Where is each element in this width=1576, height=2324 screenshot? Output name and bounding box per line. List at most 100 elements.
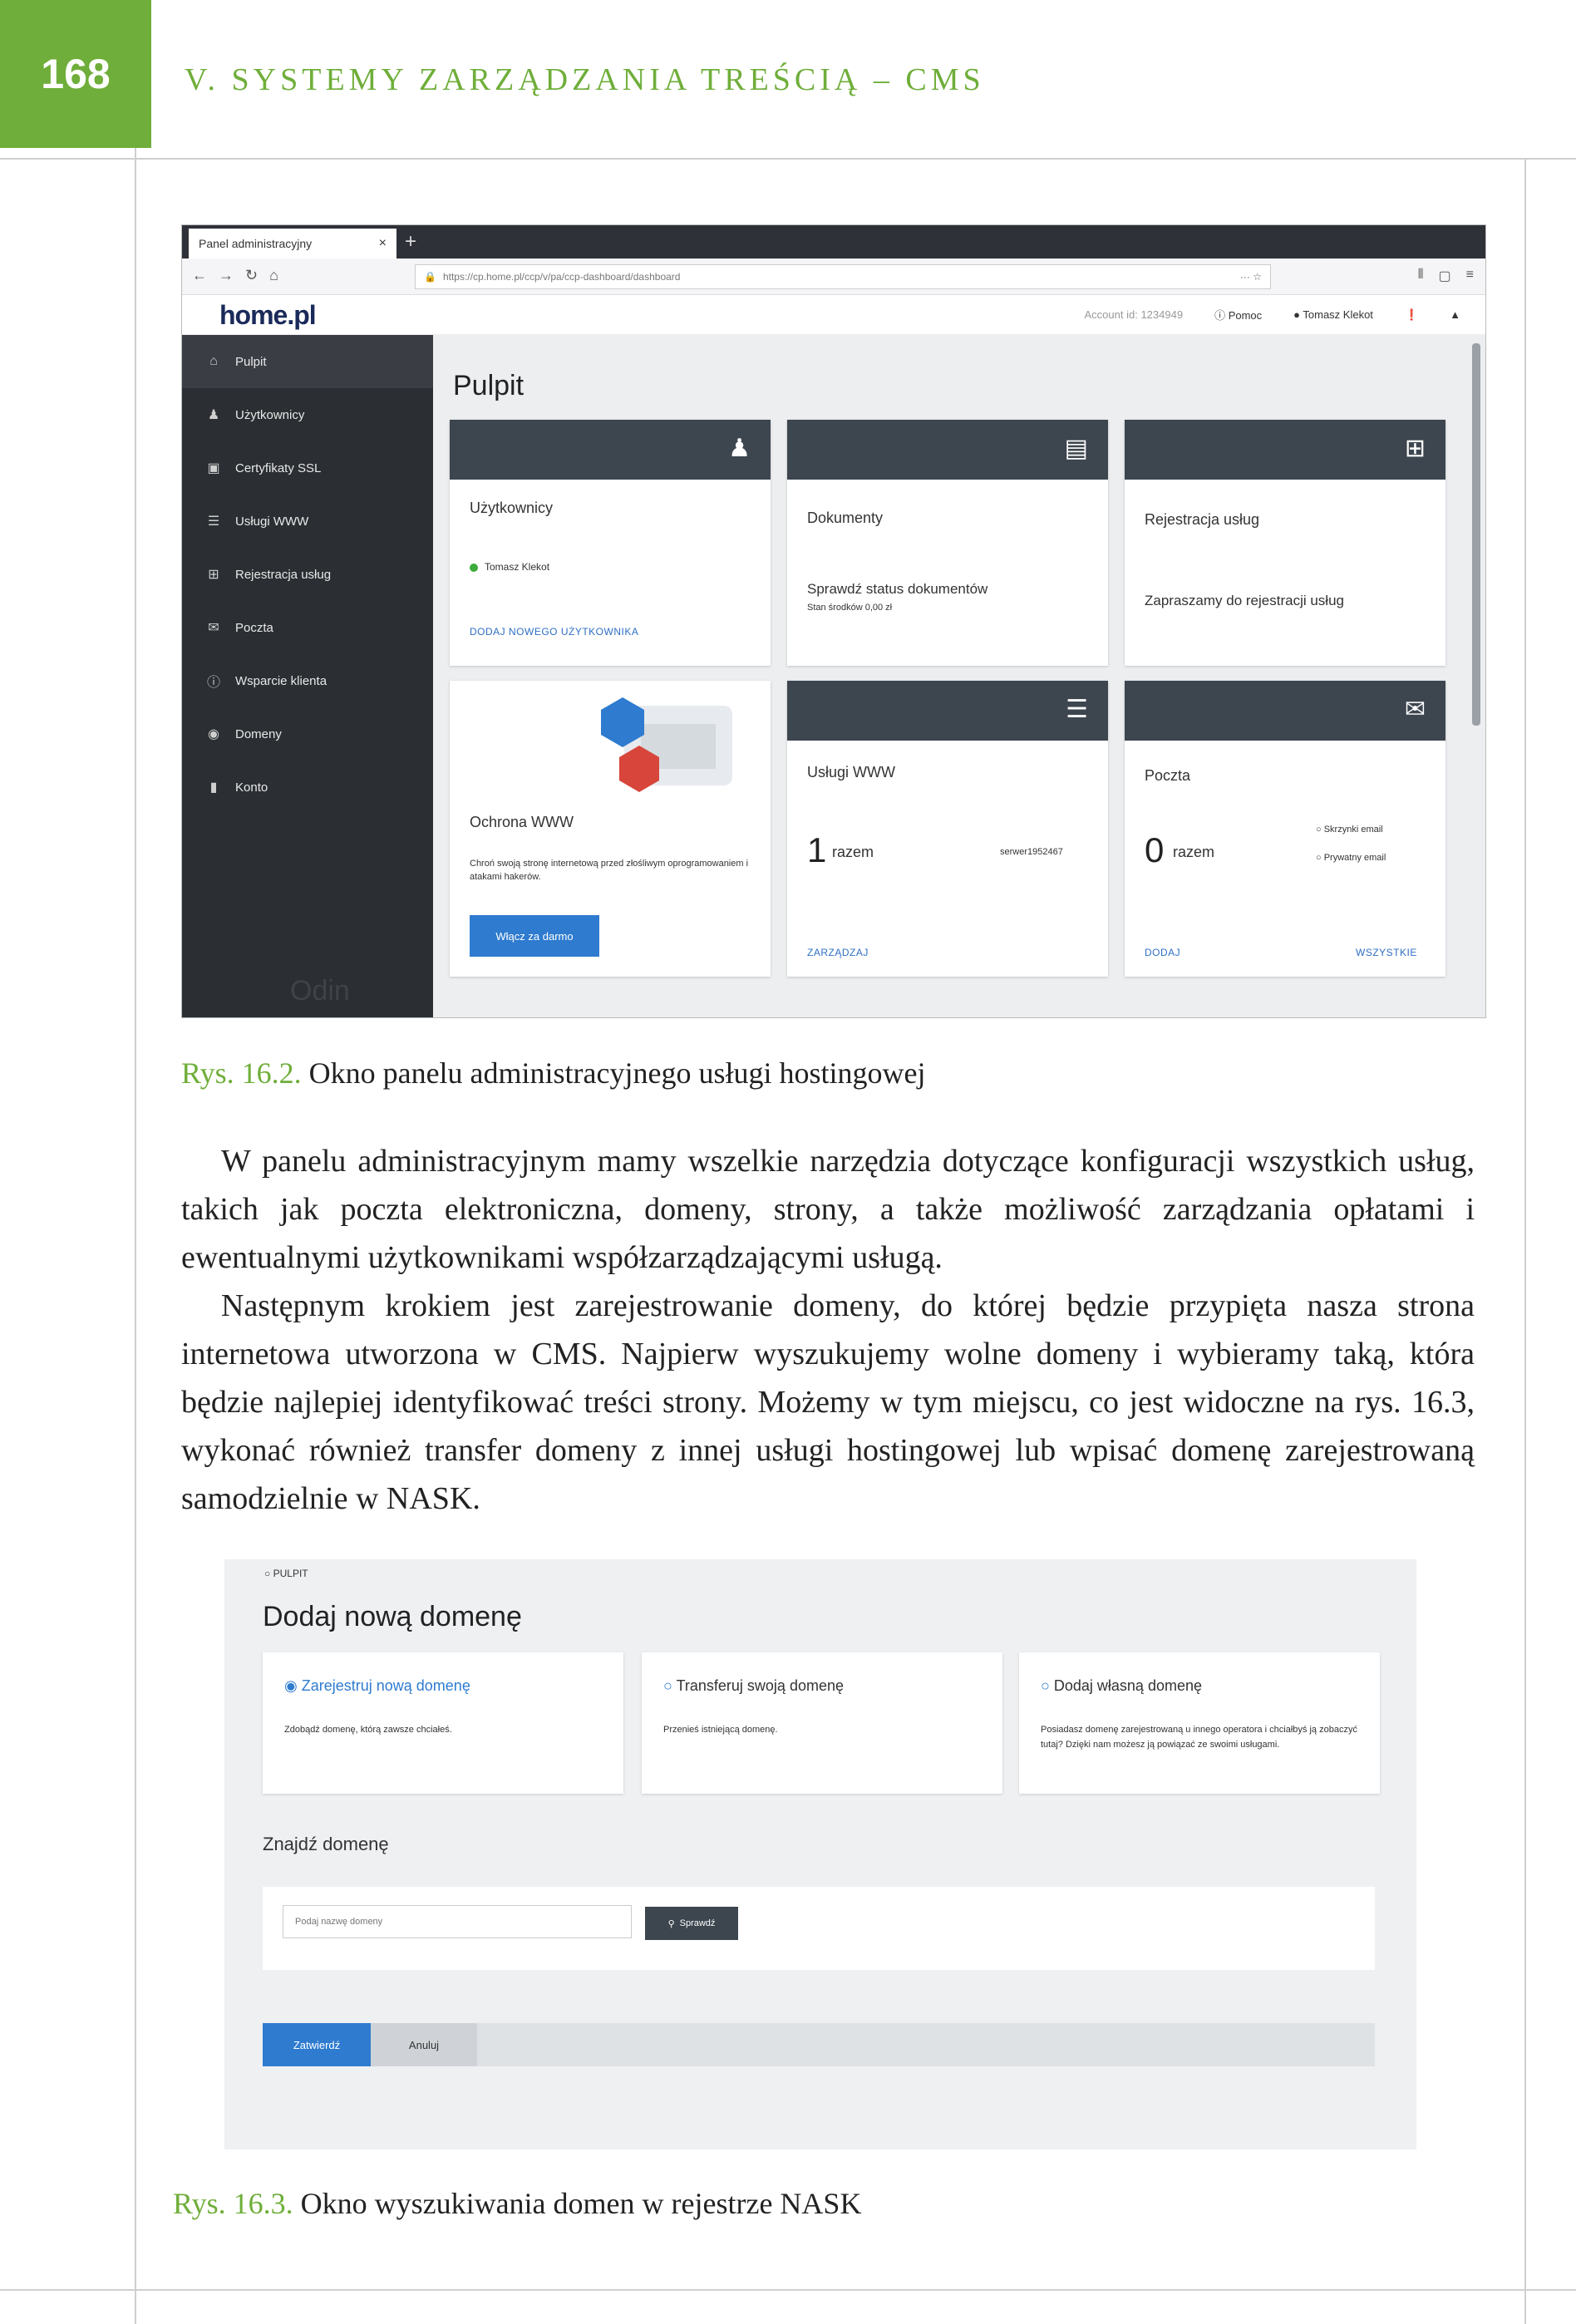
home-icon[interactable]: ⌂ bbox=[269, 267, 278, 284]
paragraph: Następnym krokiem jest zarejestrowanie d… bbox=[181, 1288, 1475, 1516]
address-bar[interactable]: 🔒 https://cp.home.pl/ccp/v/pa/ccp-dashbo… bbox=[415, 264, 1271, 289]
home-icon: ⌂ bbox=[209, 354, 218, 368]
registration-text[interactable]: Zapraszamy do rejestracji usług bbox=[1145, 593, 1344, 609]
mail-count: 0 bbox=[1145, 830, 1165, 869]
figure-domain-search: ○ PULPIT Dodaj nową domenę ◉ Zarejestruj… bbox=[224, 1559, 1416, 2149]
check-button[interactable]: ⚲ Sprawdź bbox=[645, 1907, 738, 1940]
card-title: Poczta bbox=[1145, 767, 1191, 784]
list-item[interactable]: ○ Prywatny email bbox=[1316, 844, 1386, 872]
bookmark-star-icon[interactable]: ··· ☆ bbox=[1240, 271, 1262, 283]
search-panel: ⚲Sprawdź bbox=[263, 1887, 1375, 1970]
browser-tab[interactable]: Panel administracyjny × bbox=[189, 229, 396, 258]
user-menu[interactable]: ● Tomasz Klekot bbox=[1293, 308, 1373, 321]
list-item[interactable]: ○ Skrzynki email bbox=[1316, 815, 1386, 844]
card-header: ▤ bbox=[787, 420, 1108, 480]
scrollbar[interactable] bbox=[1472, 343, 1480, 726]
app-header: home.pl Account id: 1234949 ⓘ Pomoc ● To… bbox=[182, 295, 1485, 335]
lock-icon: ▣ bbox=[207, 461, 220, 475]
confirm-button[interactable]: Zatwierdź bbox=[263, 2023, 371, 2066]
sidebar-footer-logo: Odin bbox=[290, 975, 350, 1007]
bars-icon: ▮ bbox=[209, 780, 218, 795]
caption-text: Okno panelu administracyjnego usługi hos… bbox=[308, 1056, 926, 1090]
sidebar-item-mail[interactable]: ✉ Poczta bbox=[182, 601, 433, 654]
bell-icon[interactable]: ▲ bbox=[1450, 308, 1460, 321]
sidebar-item-domains[interactable]: ◉ Domeny bbox=[182, 707, 433, 761]
manage-link[interactable]: ZARZĄDZAJ bbox=[807, 947, 869, 958]
mail-unit: razem bbox=[1173, 844, 1215, 860]
option-label: ○ Transferuj swoją domenę bbox=[663, 1677, 844, 1694]
cart-icon: ⊞ bbox=[1404, 435, 1426, 462]
card-www: ☰ Usługi WWW 1 razem serwer1952467 ZARZĄ… bbox=[787, 681, 1108, 977]
mail-icon: ✉ bbox=[1404, 696, 1426, 723]
option-transfer[interactable]: ○ Transferuj swoją domenę Przenieś istni… bbox=[642, 1652, 1002, 1794]
logo: home.pl bbox=[219, 300, 317, 330]
cancel-button[interactable]: Anuluj bbox=[371, 2023, 477, 2066]
globe-icon: ◉ bbox=[208, 727, 219, 741]
new-tab-icon[interactable]: + bbox=[405, 230, 416, 254]
back-icon[interactable]: ← bbox=[192, 267, 207, 284]
enable-protection-button[interactable]: Włącz za darmo bbox=[470, 915, 599, 957]
frame-line bbox=[0, 2289, 1576, 2291]
help-link[interactable]: ⓘ Pomoc bbox=[1214, 307, 1262, 323]
find-domain-label: Znajdź domenę bbox=[263, 1834, 389, 1854]
server-icon: ☰ bbox=[1066, 696, 1088, 723]
sidebar-item-www[interactable]: ☰ Usługi WWW bbox=[182, 495, 433, 548]
sidebar-item-registration[interactable]: ⊞ Rejestracja usług bbox=[182, 548, 433, 601]
add-user-link[interactable]: DODAJ NOWEGO UŻYTKOWNIKA bbox=[470, 626, 638, 638]
www-unit: razem bbox=[832, 844, 874, 860]
card-documents: ▤ Dokumenty Sprawdź status dokumentów St… bbox=[787, 420, 1108, 666]
library-icon[interactable]: ⫴ bbox=[1418, 268, 1424, 284]
option-description: Posiadasz domenę zarejestrowaną u innego… bbox=[1041, 1725, 1357, 1750]
alert-icon[interactable]: ❗ bbox=[1405, 308, 1418, 322]
reload-icon[interactable]: ↻ bbox=[245, 267, 258, 284]
all-link[interactable]: WSZYSTKIE bbox=[1356, 947, 1417, 958]
add-link[interactable]: DODAJ bbox=[1145, 947, 1180, 958]
sidebar: ⌂ Pulpit ♟ Użytkownicy ▣ Certyfikaty SSL ☰ U… bbox=[182, 335, 433, 1017]
caption-text: Okno wyszukiwania domen w rejestrze NASK bbox=[300, 2187, 862, 2220]
frame-line bbox=[1524, 158, 1526, 2324]
cart-icon: ⊞ bbox=[208, 568, 219, 582]
users-icon: ♟ bbox=[207, 408, 220, 422]
domain-search-input[interactable] bbox=[283, 1905, 632, 1938]
close-icon[interactable]: × bbox=[379, 236, 387, 251]
page-number: 168 bbox=[0, 0, 151, 148]
breadcrumb[interactable]: ○ PULPIT bbox=[264, 1568, 308, 1579]
sidebar-item-pulpit[interactable]: ⌂ Pulpit bbox=[182, 335, 433, 388]
figure-caption: Rys. 16.2. Okno panelu administracyjnego… bbox=[181, 1056, 925, 1091]
card-title: Dokumenty bbox=[807, 510, 884, 526]
url-text: https://cp.home.pl/ccp/v/pa/ccp-dashboar… bbox=[442, 271, 681, 283]
body-text: W panelu administracyjnym mamy wszelkie … bbox=[181, 1137, 1475, 1523]
sidebar-icon[interactable]: ▢ bbox=[1439, 268, 1451, 284]
sidebar-item-account[interactable]: ▮ Konto bbox=[182, 761, 433, 814]
menu-icon[interactable]: ≡ bbox=[1466, 268, 1474, 284]
card-users: ♟ Użytkownicy Tomasz Klekot DODAJ NOWEGO… bbox=[450, 420, 771, 666]
user-icon: ● bbox=[1293, 308, 1303, 321]
page-title: Pulpit bbox=[453, 370, 525, 401]
card-title: Usługi WWW bbox=[807, 764, 895, 780]
card-title: Użytkownicy bbox=[470, 500, 554, 516]
radio-icon: ○ bbox=[1041, 1677, 1054, 1694]
radio-selected-icon: ◉ bbox=[284, 1677, 302, 1694]
option-register[interactable]: ◉ Zarejestruj nową domenę Zdobądź domenę… bbox=[263, 1652, 623, 1794]
option-own-domain[interactable]: ○ Dodaj własną domenę Posiadasz domenę z… bbox=[1019, 1652, 1380, 1794]
documents-status-link[interactable]: Sprawdź status dokumentów bbox=[807, 581, 987, 598]
sidebar-item-ssl[interactable]: ▣ Certyfikaty SSL bbox=[182, 441, 433, 495]
forward-icon[interactable]: → bbox=[219, 267, 234, 284]
card-protection: Ochrona WWW Chroń swoją stronę interneto… bbox=[450, 681, 771, 977]
option-description: Zdobądź domenę, którą zawsze chciałeś. bbox=[284, 1725, 452, 1735]
info-icon: ⓘ bbox=[206, 676, 220, 690]
card-mail: ✉ Poczta 0 razem ○ Skrzynki email ○ Pryw… bbox=[1125, 681, 1445, 977]
browser-tabbar: Panel administracyjny × + bbox=[182, 225, 1485, 258]
sidebar-item-users[interactable]: ♟ Użytkownicy bbox=[182, 388, 433, 441]
figure-caption: Rys. 16.3. Okno wyszukiwania domen w rej… bbox=[173, 2186, 861, 2221]
option-description: Przenieś istniejącą domenę. bbox=[663, 1725, 778, 1735]
www-count: 1 bbox=[807, 830, 827, 869]
frame-line bbox=[0, 158, 1576, 160]
sidebar-item-support[interactable]: ⓘ Wsparcie klienta bbox=[182, 654, 433, 707]
card-header: ⊞ bbox=[1125, 420, 1445, 480]
document-icon: ▤ bbox=[1064, 435, 1088, 462]
figure-admin-panel: Panel administracyjny × + ← → ↻ ⌂ 🔒 http… bbox=[181, 224, 1486, 1018]
page-title: Dodaj nową domenę bbox=[263, 1601, 522, 1632]
chapter-title: V. SYSTEMY ZARZĄDZANIA TREŚCIĄ – CMS bbox=[185, 62, 985, 97]
card-header: ☰ bbox=[787, 681, 1108, 741]
